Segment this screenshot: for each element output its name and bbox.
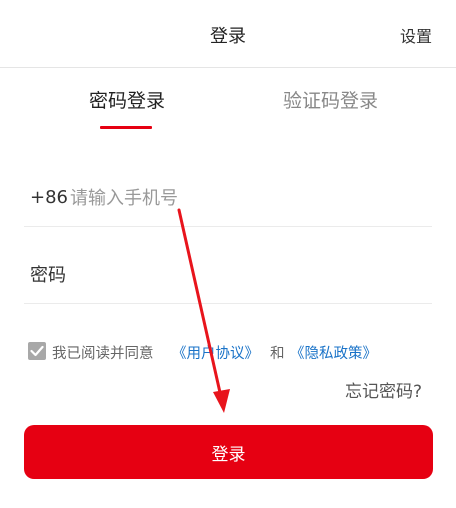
top-bar: 登录 设置	[0, 0, 456, 68]
country-code[interactable]: +86	[30, 187, 68, 208]
page-title: 登录	[210, 26, 246, 47]
tab-password-login[interactable]: 密码登录	[89, 86, 165, 113]
checkmark-icon	[30, 345, 44, 357]
privacy-policy-link[interactable]: 《隐私政策》	[290, 342, 377, 363]
agreement-checkbox[interactable]	[28, 342, 46, 360]
user-agreement-link[interactable]: 《用户协议》	[172, 342, 259, 363]
forgot-password-link[interactable]: 忘记密码?	[345, 377, 422, 402]
password-input[interactable]	[30, 260, 410, 290]
phone-field: +86	[24, 171, 432, 227]
phone-input[interactable]	[70, 183, 410, 213]
password-field	[24, 248, 432, 304]
login-button[interactable]: 登录	[24, 425, 433, 479]
settings-button[interactable]: 设置	[400, 23, 432, 47]
agreement-text: 我已阅读并同意	[52, 346, 154, 362]
active-tab-indicator	[100, 126, 152, 129]
agreement-and-text: 和	[270, 346, 285, 362]
tab-code-login[interactable]: 验证码登录	[283, 86, 378, 113]
